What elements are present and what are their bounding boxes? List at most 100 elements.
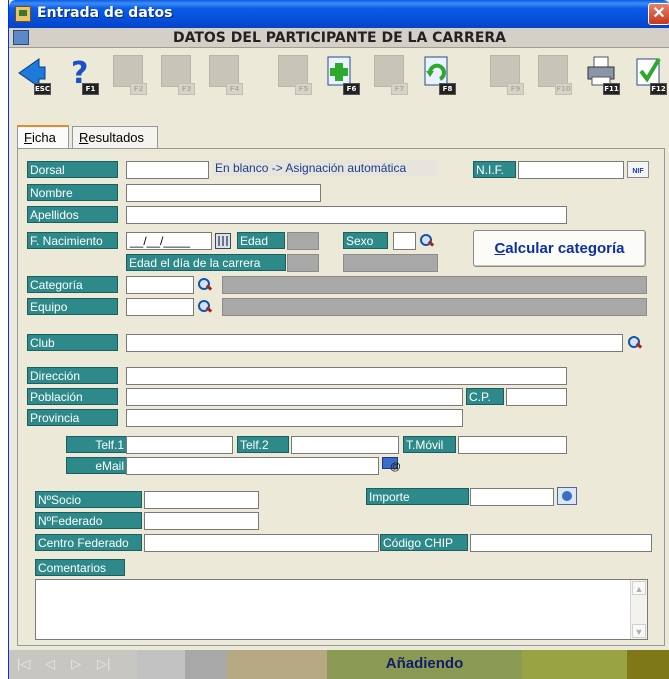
nsocio-label: NºSocio bbox=[35, 491, 142, 508]
poblacion-label: Población bbox=[27, 388, 118, 405]
email-input[interactable] bbox=[126, 457, 379, 475]
status-bar: |◁ ◁ ▷ ▷| Añadiendo bbox=[9, 650, 669, 679]
categoria-label: Categoría bbox=[27, 276, 118, 293]
nfederado-input[interactable] bbox=[144, 512, 259, 530]
app-icon bbox=[15, 6, 31, 22]
tab-label-mnemonic: F bbox=[24, 130, 32, 145]
apellidos-input[interactable] bbox=[126, 206, 567, 224]
nif-input[interactable] bbox=[518, 161, 624, 179]
dorsal-input[interactable] bbox=[126, 161, 209, 179]
money-icon[interactable] bbox=[557, 487, 577, 505]
undo-button[interactable]: F8 bbox=[418, 55, 456, 97]
club-search-icon[interactable] bbox=[625, 334, 645, 352]
dorsal-hint: En blanco -> Asignación automática bbox=[213, 160, 438, 176]
categoria-desc bbox=[222, 276, 647, 294]
direccion-label: Dirección bbox=[27, 367, 118, 384]
direccion-input[interactable] bbox=[126, 367, 567, 385]
f2-button[interactable]: F2 bbox=[109, 55, 147, 97]
categoria-input[interactable] bbox=[126, 276, 194, 294]
provincia-label: Provincia bbox=[27, 409, 118, 426]
telf2-label: Telf.2 bbox=[237, 436, 289, 453]
cp-label: C.P. bbox=[466, 388, 504, 405]
fnac-label: F. Nacimiento bbox=[27, 232, 118, 249]
shortcut-key: F5 bbox=[295, 83, 312, 95]
importe-input[interactable] bbox=[470, 488, 554, 506]
tab-label: esultados bbox=[88, 130, 145, 145]
telf2-input[interactable] bbox=[291, 436, 399, 454]
sexo-input[interactable] bbox=[393, 232, 416, 250]
f3-button[interactable]: F3 bbox=[157, 55, 195, 97]
nombre-input[interactable] bbox=[126, 184, 321, 202]
edad-value bbox=[287, 232, 319, 250]
chip-input[interactable] bbox=[470, 534, 652, 552]
club-label: Club bbox=[27, 334, 118, 351]
cp-input[interactable] bbox=[506, 388, 567, 406]
comentarios-scrollbar[interactable]: ▲ ▼ bbox=[630, 580, 647, 639]
shortcut-key: F4 bbox=[226, 83, 243, 95]
form-title: DATOS DEL PARTICIPANTE DE LA CARRERA bbox=[172, 30, 506, 46]
provincia-input[interactable] bbox=[126, 409, 463, 427]
shortcut-key: F3 bbox=[178, 83, 195, 95]
categoria-search-icon[interactable] bbox=[195, 276, 215, 294]
window-title: Entrada de datos bbox=[37, 5, 173, 21]
equipo-input[interactable] bbox=[126, 298, 194, 316]
categoria-calculada-value bbox=[343, 254, 438, 272]
equipo-desc bbox=[222, 298, 647, 316]
calcular-categoria-button[interactable]: Calcular categoría bbox=[473, 230, 646, 267]
accept-button[interactable]: F12 bbox=[629, 55, 667, 97]
shortcut-key: F6 bbox=[343, 83, 360, 95]
centro-label: Centro Federado bbox=[35, 534, 142, 551]
nombre-label: Nombre bbox=[27, 184, 118, 201]
new-record-button[interactable]: F6 bbox=[322, 55, 360, 97]
shortcut-key: F8 bbox=[439, 83, 456, 95]
f7-button[interactable]: F7 bbox=[370, 55, 408, 97]
scroll-down-icon[interactable]: ▼ bbox=[632, 624, 646, 638]
nav-first-icon[interactable]: |◁ bbox=[17, 656, 30, 672]
shortcut-key: F9 bbox=[507, 83, 524, 95]
calc-mnemonic: C bbox=[494, 240, 506, 257]
status-segment bbox=[227, 650, 327, 679]
edad-label: Edad bbox=[237, 232, 285, 249]
shortcut-key: F1 bbox=[82, 83, 99, 95]
tab-ficha[interactable]: Ficha bbox=[17, 125, 69, 149]
f9-button[interactable]: F9 bbox=[486, 55, 524, 97]
email-label: eMail bbox=[66, 457, 127, 474]
centro-input[interactable] bbox=[144, 534, 379, 552]
f10-button[interactable]: F10 bbox=[534, 55, 572, 97]
print-button[interactable]: F11 bbox=[582, 55, 620, 97]
sexo-search-icon[interactable] bbox=[417, 232, 437, 250]
equipo-search-icon[interactable] bbox=[195, 298, 215, 316]
chip-label: Código CHIP bbox=[380, 534, 468, 551]
nif-calc-icon[interactable]: NIF bbox=[627, 161, 649, 178]
tab-label-mnemonic: R bbox=[79, 130, 89, 145]
nav-last-icon[interactable]: ▷| bbox=[97, 656, 110, 672]
shortcut-key: ESC bbox=[34, 83, 51, 95]
calc-label: alcular categoría bbox=[505, 240, 625, 257]
club-input[interactable] bbox=[126, 334, 623, 352]
title-bar: Entrada de datos ✕ bbox=[9, 0, 669, 28]
equipo-label: Equipo bbox=[27, 298, 118, 315]
help-button[interactable]: ? F1 bbox=[61, 55, 99, 97]
telf1-input[interactable] bbox=[126, 436, 233, 454]
scroll-up-icon[interactable]: ▲ bbox=[632, 581, 646, 595]
nif-label: N.I.F. bbox=[473, 161, 516, 178]
nav-prev-icon[interactable]: ◁ bbox=[45, 656, 55, 672]
nav-next-icon[interactable]: ▷ bbox=[71, 656, 81, 672]
exit-button[interactable]: ESC bbox=[13, 55, 51, 97]
tmovil-input[interactable] bbox=[458, 436, 567, 454]
comentarios-textarea[interactable]: ▲ ▼ bbox=[35, 579, 648, 640]
telf1-label: Telf.1 bbox=[66, 436, 127, 453]
tab-resultados[interactable]: Resultados bbox=[72, 126, 158, 148]
calendar-icon[interactable] bbox=[215, 233, 231, 249]
header-bar: DATOS DEL PARTICIPANTE DE LA CARRERA bbox=[9, 28, 669, 48]
mail-icon[interactable] bbox=[381, 456, 401, 474]
poblacion-input[interactable] bbox=[126, 388, 463, 406]
f5-button[interactable]: F5 bbox=[274, 55, 312, 97]
nsocio-input[interactable] bbox=[144, 491, 259, 509]
f4-button[interactable]: F4 bbox=[205, 55, 243, 97]
nfederado-label: NºFederado bbox=[35, 512, 142, 529]
dorsal-label: Dorsal bbox=[27, 161, 118, 178]
sexo-label: Sexo bbox=[343, 232, 388, 249]
close-button[interactable]: ✕ bbox=[648, 3, 669, 25]
fnac-input[interactable]: __/__/____ bbox=[126, 232, 212, 250]
